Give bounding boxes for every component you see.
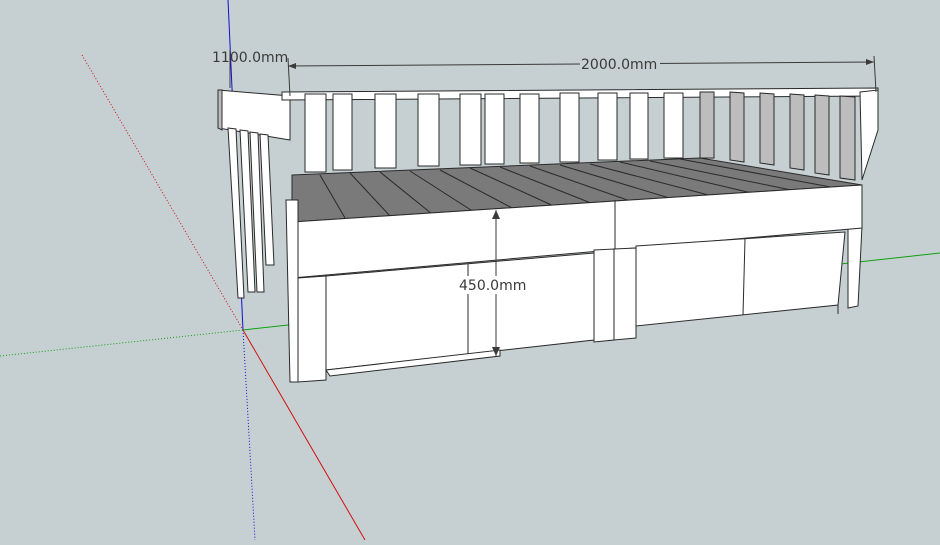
height-dimension-label: 450.0mm <box>459 278 526 294</box>
green-axis-dotted <box>0 329 244 357</box>
daybed-model[interactable] <box>217 87 879 383</box>
depth-dimension-label: 1100.0mm <box>212 50 288 66</box>
blue-axis-dotted <box>242 329 256 541</box>
modeling-viewport[interactable]: 2000.0mm 1100.0mm 450.0mm <box>0 0 940 541</box>
drawer-right-front <box>635 231 846 327</box>
scene-canvas[interactable]: 2000.0mm 1100.0mm 450.0mm <box>0 0 940 541</box>
left-armrest[interactable] <box>217 89 291 299</box>
width-dimension-label: 2000.0mm <box>581 57 657 73</box>
